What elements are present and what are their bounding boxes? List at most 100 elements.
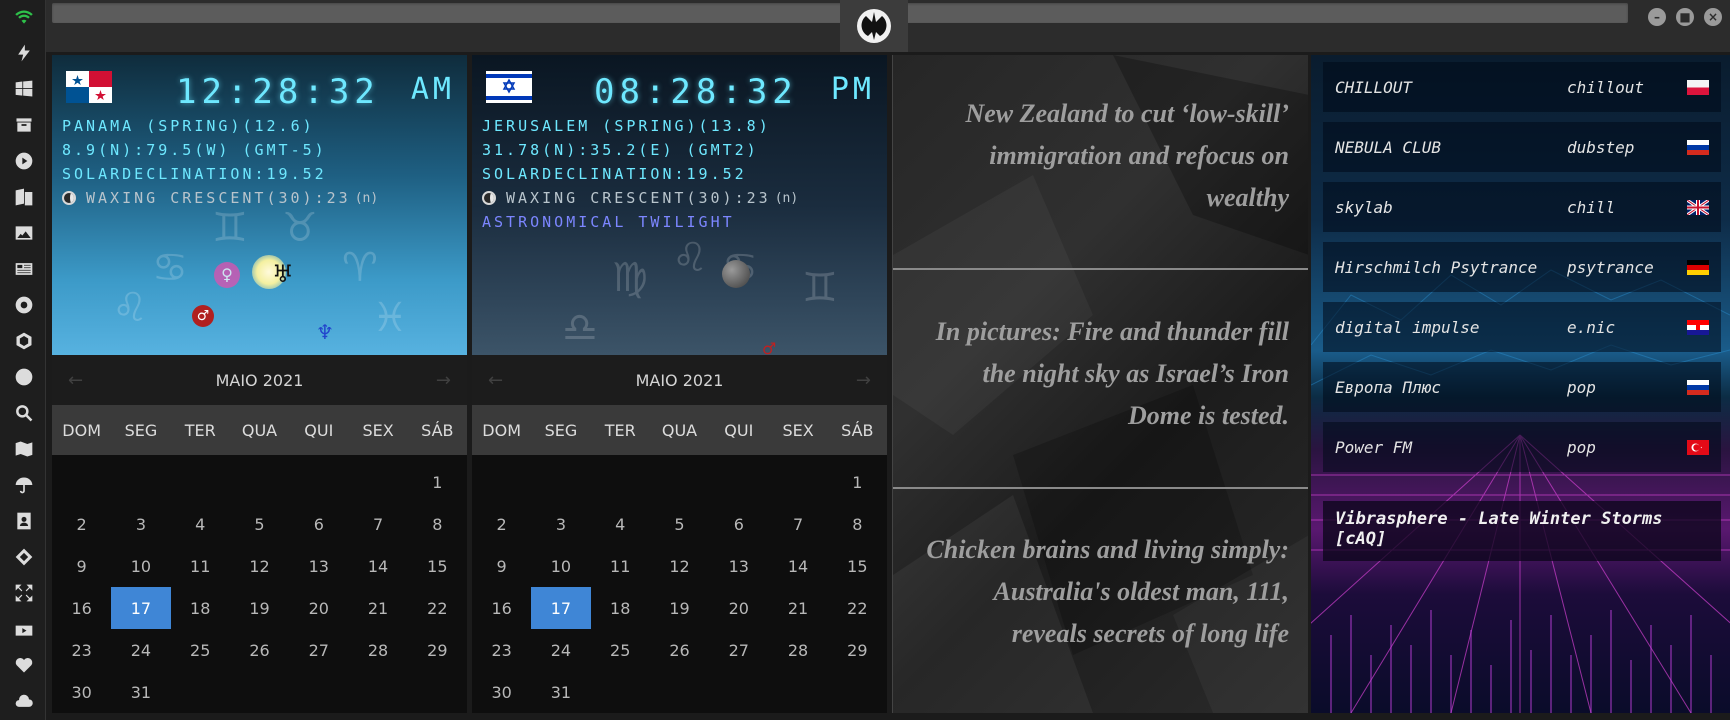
image-icon[interactable] — [13, 222, 35, 244]
calendar-day[interactable]: 20 — [709, 587, 768, 629]
translate-icon[interactable] — [13, 186, 35, 208]
calendar-day[interactable]: 22 — [408, 587, 467, 629]
umbrella-icon[interactable] — [13, 474, 35, 496]
calendar-day[interactable]: 20 — [289, 587, 348, 629]
calendar-day[interactable]: 18 — [171, 587, 230, 629]
calendar-day[interactable]: 10 — [531, 545, 590, 587]
calendar-day[interactable]: 16 — [52, 587, 111, 629]
calendar-day[interactable]: 11 — [171, 545, 230, 587]
now-playing[interactable]: Vibrasphere - Late Winter Storms [cAQ] — [1323, 501, 1721, 561]
calendar-day[interactable]: 23 — [52, 629, 111, 671]
calendar-day[interactable]: 5 — [650, 503, 709, 545]
calendar-day-today[interactable]: 17 — [531, 587, 591, 629]
calendar-day[interactable]: 22 — [828, 587, 887, 629]
calendar-day[interactable]: 13 — [289, 545, 348, 587]
calendar-day[interactable]: 7 — [348, 503, 407, 545]
calendar-day[interactable]: 30 — [472, 671, 531, 713]
calendar-day[interactable]: 23 — [472, 629, 531, 671]
calendar-day[interactable]: 8 — [408, 503, 467, 545]
calendar-day[interactable]: 24 — [111, 629, 170, 671]
calendar-day[interactable]: 3 — [111, 503, 170, 545]
calendar-day[interactable]: 9 — [472, 545, 531, 587]
calendar-day[interactable]: 26 — [650, 629, 709, 671]
calendar-day[interactable]: 24 — [531, 629, 590, 671]
calendar-day[interactable]: 18 — [591, 587, 650, 629]
calendar-day[interactable]: 31 — [111, 671, 170, 713]
news-item[interactable]: In pictures: Fire and thunder fill the n… — [893, 311, 1308, 437]
play-icon[interactable] — [13, 150, 35, 172]
contact-icon[interactable] — [13, 510, 35, 532]
calendar-day[interactable]: 6 — [289, 503, 348, 545]
hexagon-icon[interactable] — [13, 330, 35, 352]
calendar-day[interactable]: 26 — [230, 629, 289, 671]
wifi-icon[interactable] — [13, 6, 35, 28]
calendar-day[interactable]: 7 — [768, 503, 827, 545]
close-button[interactable]: × — [1704, 8, 1722, 26]
radio-station-row[interactable]: digital impulse e.nic — [1323, 302, 1721, 352]
radio-station-row[interactable]: Power FM pop — [1323, 422, 1721, 472]
calendar-day[interactable]: 5 — [230, 503, 289, 545]
calendar-day[interactable]: 27 — [709, 629, 768, 671]
calendar-day[interactable]: 28 — [348, 629, 407, 671]
youtube-icon[interactable] — [13, 618, 35, 640]
prev-month-button[interactable]: ← — [68, 370, 83, 391]
calendar-day[interactable]: 30 — [52, 671, 111, 713]
radio-station-row[interactable]: Европа Плюс pop — [1323, 362, 1721, 412]
calendar-day[interactable]: 9 — [52, 545, 111, 587]
lightning-icon[interactable] — [13, 42, 35, 64]
rebel-alliance-tab[interactable] — [840, 0, 908, 52]
calendar-day[interactable]: 14 — [348, 545, 407, 587]
archive-icon[interactable] — [13, 114, 35, 136]
calendar-day[interactable]: 8 — [828, 503, 887, 545]
cloud-icon[interactable] — [13, 690, 35, 712]
radio-station-row[interactable]: skylab chill — [1323, 182, 1721, 232]
expand-icon[interactable] — [13, 582, 35, 604]
calendar-day[interactable]: 12 — [230, 545, 289, 587]
calendar-day[interactable]: 28 — [768, 629, 827, 671]
news-item[interactable]: Chicken brains and living simply: Austra… — [893, 529, 1308, 655]
calendar-day[interactable]: 4 — [591, 503, 650, 545]
calendar-day-today[interactable]: 17 — [111, 587, 171, 629]
calendar-day[interactable]: 27 — [289, 629, 348, 671]
calendar-day[interactable]: 15 — [828, 545, 887, 587]
calendar-day[interactable]: 3 — [531, 503, 590, 545]
globe-icon[interactable] — [13, 366, 35, 388]
windows-icon[interactable] — [13, 78, 35, 100]
calendar-day[interactable]: 25 — [171, 629, 230, 671]
calendar-day[interactable]: 19 — [650, 587, 709, 629]
news-icon[interactable] — [13, 258, 35, 280]
search-icon[interactable] — [13, 402, 35, 424]
maximize-button[interactable]: ■ — [1676, 8, 1694, 26]
minimize-button[interactable]: – — [1648, 8, 1666, 26]
calendar-day[interactable]: 31 — [531, 671, 590, 713]
calendar-day[interactable]: 1 — [408, 461, 467, 503]
calendar-day[interactable]: 6 — [709, 503, 768, 545]
radio-station-row[interactable]: CHILLOUT chillout — [1323, 62, 1721, 112]
calendar-day[interactable]: 12 — [650, 545, 709, 587]
code-icon[interactable] — [13, 546, 35, 568]
calendar-day[interactable]: 21 — [348, 587, 407, 629]
calendar-day[interactable]: 16 — [472, 587, 531, 629]
calendar-day[interactable]: 15 — [408, 545, 467, 587]
calendar-day[interactable]: 25 — [591, 629, 650, 671]
news-item[interactable]: New Zealand to cut ‘low-skill’ immigrati… — [893, 93, 1308, 219]
calendar-day[interactable]: 4 — [171, 503, 230, 545]
calendar-day[interactable]: 29 — [828, 629, 887, 671]
radio-station-row[interactable]: Hirschmilch Psytrance psytrance — [1323, 242, 1721, 292]
map-icon[interactable] — [13, 438, 35, 460]
calendar-day[interactable]: 2 — [472, 503, 531, 545]
next-month-button[interactable]: → — [436, 370, 451, 391]
calendar-day[interactable]: 13 — [709, 545, 768, 587]
calendar-day[interactable]: 19 — [230, 587, 289, 629]
rebel-icon[interactable] — [13, 294, 35, 316]
calendar-day[interactable]: 10 — [111, 545, 170, 587]
radio-station-row[interactable]: NEBULA CLUB dubstep — [1323, 122, 1721, 172]
calendar-day[interactable]: 14 — [768, 545, 827, 587]
calendar-day[interactable]: 2 — [52, 503, 111, 545]
calendar-day[interactable]: 29 — [408, 629, 467, 671]
heart-icon[interactable] — [13, 654, 35, 676]
calendar-day[interactable]: 11 — [591, 545, 650, 587]
calendar-day[interactable]: 1 — [828, 461, 887, 503]
calendar-day[interactable]: 21 — [768, 587, 827, 629]
prev-month-button[interactable]: ← — [488, 370, 503, 391]
